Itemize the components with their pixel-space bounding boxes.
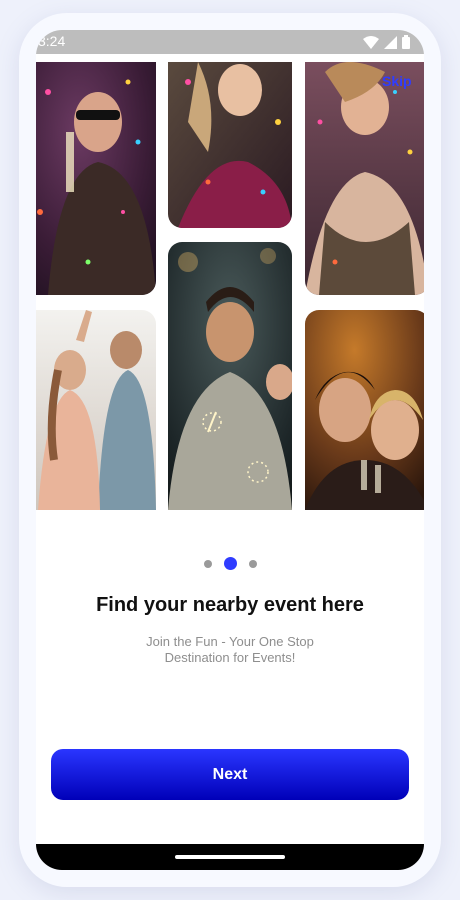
navigation-bar bbox=[36, 844, 424, 870]
party-photo-rooftop-friends bbox=[36, 310, 156, 510]
onboarding-title: Find your nearby event here bbox=[96, 594, 364, 616]
phone-screen: 3:24 Skip Find your nearby event here Jo… bbox=[36, 30, 424, 870]
signal-icon bbox=[384, 35, 397, 49]
party-photo-confetti-woman bbox=[168, 62, 292, 228]
party-photo-toasting-women bbox=[305, 310, 424, 510]
page-indicator bbox=[36, 557, 424, 570]
status-time: 3:24 bbox=[38, 33, 66, 49]
status-icons bbox=[363, 35, 410, 49]
skip-button[interactable]: Skip bbox=[382, 73, 412, 89]
page-dot-2-active bbox=[223, 557, 237, 570]
status-bar: 3:24 bbox=[36, 30, 424, 54]
party-photo-sunglasses-man bbox=[36, 62, 156, 295]
wifi-icon bbox=[363, 35, 379, 49]
party-photo-sparkler-friends bbox=[168, 242, 292, 510]
party-photo-celebrating-woman bbox=[305, 62, 424, 295]
battery-icon bbox=[402, 35, 410, 49]
page-dot-1 bbox=[203, 559, 212, 568]
onboarding-subtitle: Join the Fun - Your One Stop Destination… bbox=[146, 634, 314, 665]
next-button[interactable]: Next bbox=[51, 749, 409, 800]
home-indicator[interactable] bbox=[175, 855, 285, 859]
page-dot-3 bbox=[248, 559, 257, 568]
